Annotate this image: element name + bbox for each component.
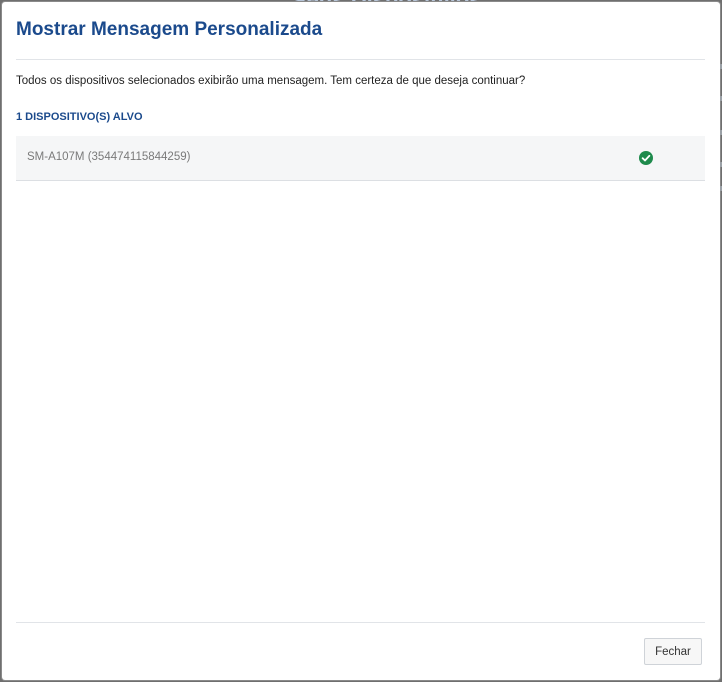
dialog-title: Mostrar Mensagem Personalizada — [16, 19, 323, 40]
device-list-item: SM-A107M (354474115844259) — [16, 136, 705, 181]
target-devices-label: 1 DISPOSITIVO(S) ALVO — [16, 111, 143, 123]
custom-message-dialog: Mostrar Mensagem Personalizada Todos os … — [2, 2, 720, 680]
confirmation-message: Todos os dispositivos selecionados exibi… — [16, 75, 526, 87]
header-divider — [16, 59, 705, 60]
check-circle-icon — [639, 151, 653, 165]
device-name: SM-A107M (354474115844259) — [27, 151, 191, 163]
close-button[interactable]: Fechar — [644, 638, 702, 665]
footer-divider — [16, 622, 705, 623]
